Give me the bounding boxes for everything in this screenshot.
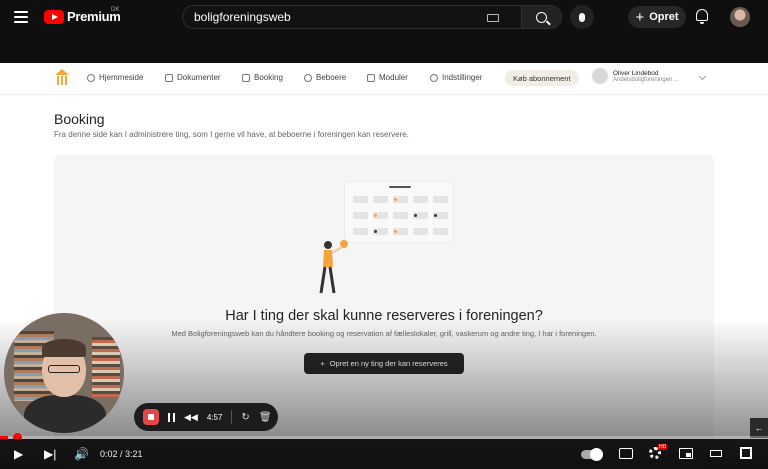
plus-icon: + <box>320 359 325 368</box>
notifications-icon[interactable] <box>696 9 708 24</box>
account-menu[interactable]: Oliver Lindebod Andelsboligforeningen ..… <box>592 68 679 84</box>
illustration-dot <box>394 230 397 233</box>
illustration-cell <box>353 212 368 219</box>
illustration-cell <box>433 196 448 203</box>
bookshelf <box>92 337 120 397</box>
create-bookable-item-button[interactable]: + Opret en ny ting der kan reserveres <box>304 353 464 374</box>
globe-icon <box>87 73 95 82</box>
pause-icon[interactable] <box>168 412 175 422</box>
presenter-glasses <box>48 365 80 373</box>
search-bar: boligforeningsweb <box>182 5 562 29</box>
nav-item-indstillinger[interactable]: Indstillinger <box>430 73 482 82</box>
youtube-logo[interactable]: Premium <box>44 9 121 24</box>
time-display: 0:02 / 3:21 <box>100 449 143 459</box>
account-organization: Andelsboligforeningen ... <box>613 76 680 83</box>
users-icon <box>304 73 312 82</box>
presenter-hair <box>42 339 86 357</box>
youtube-play-icon <box>44 9 64 24</box>
illustration-cell <box>353 196 368 203</box>
plus-icon: + <box>635 8 645 26</box>
illustration-dot <box>374 214 377 217</box>
create-button[interactable]: + Opret <box>628 6 686 28</box>
player-controls: ▶ ▶| 🔊 0:02 / 3:21 HD <box>0 439 768 469</box>
search-input[interactable]: boligforeningsweb <box>182 5 522 29</box>
presenter-body <box>24 395 106 433</box>
app-navbar: Hjemmeside Dokumenter Booking Beboere Mo… <box>0 63 768 95</box>
illustration-cell <box>413 228 428 235</box>
illustration-cell <box>433 228 448 235</box>
page-title: Booking <box>54 111 105 127</box>
nav-label: Moduler <box>379 73 408 82</box>
calendar-illustration <box>344 181 454 243</box>
nav-label: Booking <box>254 73 283 82</box>
recording-controls: ◀◀ 4:57 ↻ 🗑 <box>134 403 278 431</box>
nav-label: Hjemmeside <box>99 73 144 82</box>
divider <box>231 410 233 424</box>
illustration-cell <box>373 196 388 203</box>
search-icon <box>536 11 547 23</box>
search-value: boligforeningsweb <box>194 10 291 24</box>
next-icon[interactable]: ▶| <box>44 448 56 460</box>
nav-item-beboere[interactable]: Beboere <box>304 73 346 82</box>
youtube-page: Premium DK boligforeningsweb + Opret Hje… <box>0 0 768 469</box>
youtube-header: Premium DK boligforeningsweb + Opret <box>0 0 768 34</box>
illustration-dot <box>434 214 437 217</box>
autoplay-toggle[interactable] <box>581 448 603 461</box>
illustration-dot <box>374 230 377 233</box>
microphone-icon <box>579 12 585 22</box>
nav-item-dokumenter[interactable]: Dokumenter <box>165 73 221 82</box>
illustration-dot <box>394 198 397 201</box>
video-frame[interactable]: Hjemmeside Dokumenter Booking Beboere Mo… <box>0 63 768 469</box>
video-letterbox <box>0 34 768 63</box>
create-label: Opret <box>649 11 679 23</box>
nav-label: Beboere <box>316 73 347 82</box>
stop-recording-button[interactable] <box>143 409 159 425</box>
illustration-header-bar <box>389 186 411 188</box>
webcam-bubble[interactable] <box>4 313 124 433</box>
collapse-side-tab[interactable]: ← <box>750 418 768 438</box>
nav-item-booking[interactable]: Booking <box>242 73 283 82</box>
nav-label: Dokumenter <box>177 73 221 82</box>
nav-label: Indstillinger <box>442 73 483 82</box>
search-button[interactable] <box>522 5 562 29</box>
illustration-dot <box>414 214 417 217</box>
volume-icon[interactable]: 🔊 <box>74 448 89 460</box>
calendar-icon <box>242 73 250 82</box>
illustration-cell <box>353 228 368 235</box>
recording-timer: 4:57 <box>206 412 223 422</box>
cube-icon <box>367 73 375 82</box>
restart-icon[interactable]: ↻ <box>241 412 249 423</box>
country-code: DK <box>111 7 120 13</box>
hd-badge: HD <box>658 444 668 450</box>
fullscreen-icon[interactable] <box>740 447 752 459</box>
subscribe-button[interactable]: Køb abonnement <box>505 70 579 86</box>
menu-icon[interactable] <box>14 11 28 23</box>
play-icon[interactable]: ▶ <box>14 448 23 460</box>
gear-icon <box>430 73 438 82</box>
miniplayer-icon[interactable] <box>679 448 693 459</box>
illustration-cell <box>413 196 428 203</box>
subtitles-icon[interactable] <box>619 448 633 459</box>
app-logo-icon[interactable] <box>55 69 69 85</box>
trash-icon[interactable]: 🗑 <box>259 412 272 423</box>
account-name: Oliver Lindebod <box>613 69 659 77</box>
voice-search-button[interactable] <box>570 5 594 29</box>
theater-mode-icon[interactable] <box>710 450 722 457</box>
avatar[interactable] <box>730 7 750 27</box>
page-description: Fra denne side kan I administrere ting, … <box>54 130 409 139</box>
keyboard-icon[interactable] <box>487 14 499 22</box>
nav-item-moduler[interactable]: Moduler <box>367 73 408 82</box>
chevron-down-icon[interactable] <box>698 72 707 81</box>
illustration-cell <box>393 212 408 219</box>
cta-label: Opret en ny ting der kan reserveres <box>329 359 448 368</box>
person-illustration <box>319 240 348 294</box>
empty-state-title: Har I ting der skal kunne reserveres i f… <box>225 308 543 324</box>
documents-icon <box>165 73 173 82</box>
avatar <box>592 68 608 84</box>
nav-item-hjemmeside[interactable]: Hjemmeside <box>87 73 143 82</box>
rewind-icon[interactable]: ◀◀ <box>184 412 198 423</box>
